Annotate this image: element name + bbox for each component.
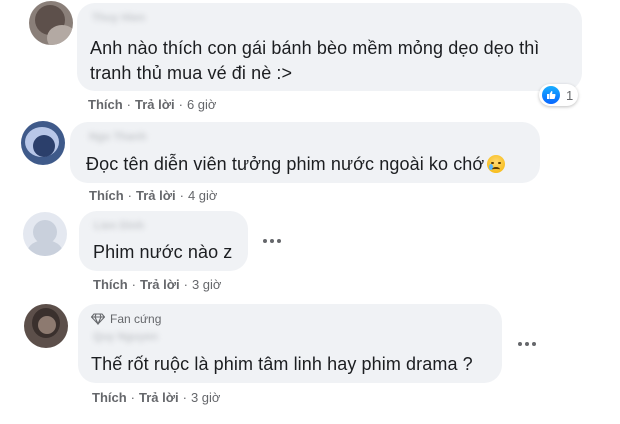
like-button[interactable]: Thích (93, 277, 128, 292)
comment-actions: Thích · Trả lời · 3 giờ (92, 390, 220, 405)
avatar[interactable] (24, 304, 68, 348)
like-button[interactable]: Thích (92, 390, 127, 405)
comment-text-content: Đọc tên diễn viên tưởng phim nước ngoài … (86, 154, 485, 174)
separator: · (183, 277, 188, 292)
like-button[interactable]: Thích (89, 188, 124, 203)
separator: · (179, 188, 184, 203)
avatar[interactable] (23, 212, 67, 256)
comment-author[interactable]: Quy Nguyen (93, 331, 158, 343)
diamond-icon (91, 313, 105, 325)
separator: · (178, 97, 183, 112)
sad-face-with-tear-emoji (487, 155, 506, 173)
comment-actions: Thích · Trả lời · 3 giờ (93, 277, 221, 292)
comment-time[interactable]: 3 giờ (192, 277, 222, 292)
reaction-count-label: 1 (566, 87, 574, 103)
comment-bubble: Thuy Hien Anh nào thích con gái bánh bèo… (77, 3, 582, 91)
avatar[interactable] (29, 1, 73, 45)
separator: · (130, 390, 136, 405)
separator: · (131, 277, 137, 292)
comment-time[interactable]: 6 giờ (187, 97, 217, 112)
comment-author[interactable]: Lien Dinh (94, 220, 144, 232)
separator: · (126, 97, 132, 112)
reaction-count[interactable]: 1 (539, 84, 579, 106)
comment-text: Đọc tên diễn viên tưởng phim nước ngoài … (86, 152, 506, 177)
top-fan-badge: Fan cứng (91, 312, 161, 326)
comment-time[interactable]: 4 giờ (188, 188, 218, 203)
reply-button[interactable]: Trả lời (140, 277, 180, 292)
reply-button[interactable]: Trả lời (136, 188, 176, 203)
comment-author[interactable]: Ngo Thanh (89, 131, 146, 143)
comment-text: Phim nước nào z (93, 242, 233, 262)
more-options-button[interactable] (263, 239, 281, 243)
more-options-button[interactable] (518, 342, 536, 346)
reply-button[interactable]: Trả lời (139, 390, 179, 405)
comment-text-line-1: Anh nào thích con gái bánh bèo mềm mỏng … (90, 38, 540, 58)
comment-text: Thế rốt ruộc là phim tâm linh hay phim d… (91, 354, 473, 374)
comment-bubble: Fan cứng Quy Nguyen Thế rốt ruộc là phim… (78, 304, 502, 383)
reply-button[interactable]: Trả lời (135, 97, 175, 112)
like-icon (542, 86, 560, 104)
badge-label: Fan cứng (110, 312, 162, 326)
comment-text-line-2: tranh thủ mua vé đi nè :> (90, 63, 293, 83)
separator: · (127, 188, 133, 203)
comment-author[interactable]: Thuy Hien (92, 12, 145, 24)
comment-actions: Thích · Trả lời · 4 giờ (89, 188, 217, 203)
comment-bubble: Lien Dinh Phim nước nào z (79, 211, 248, 271)
comment-bubble: Ngo Thanh Đọc tên diễn viên tưởng phim n… (70, 122, 540, 183)
like-button[interactable]: Thích (88, 97, 123, 112)
comment-time[interactable]: 3 giờ (191, 390, 221, 405)
separator: · (182, 390, 187, 405)
comment-actions: Thích · Trả lời · 6 giờ (88, 97, 216, 112)
avatar[interactable] (21, 121, 65, 165)
